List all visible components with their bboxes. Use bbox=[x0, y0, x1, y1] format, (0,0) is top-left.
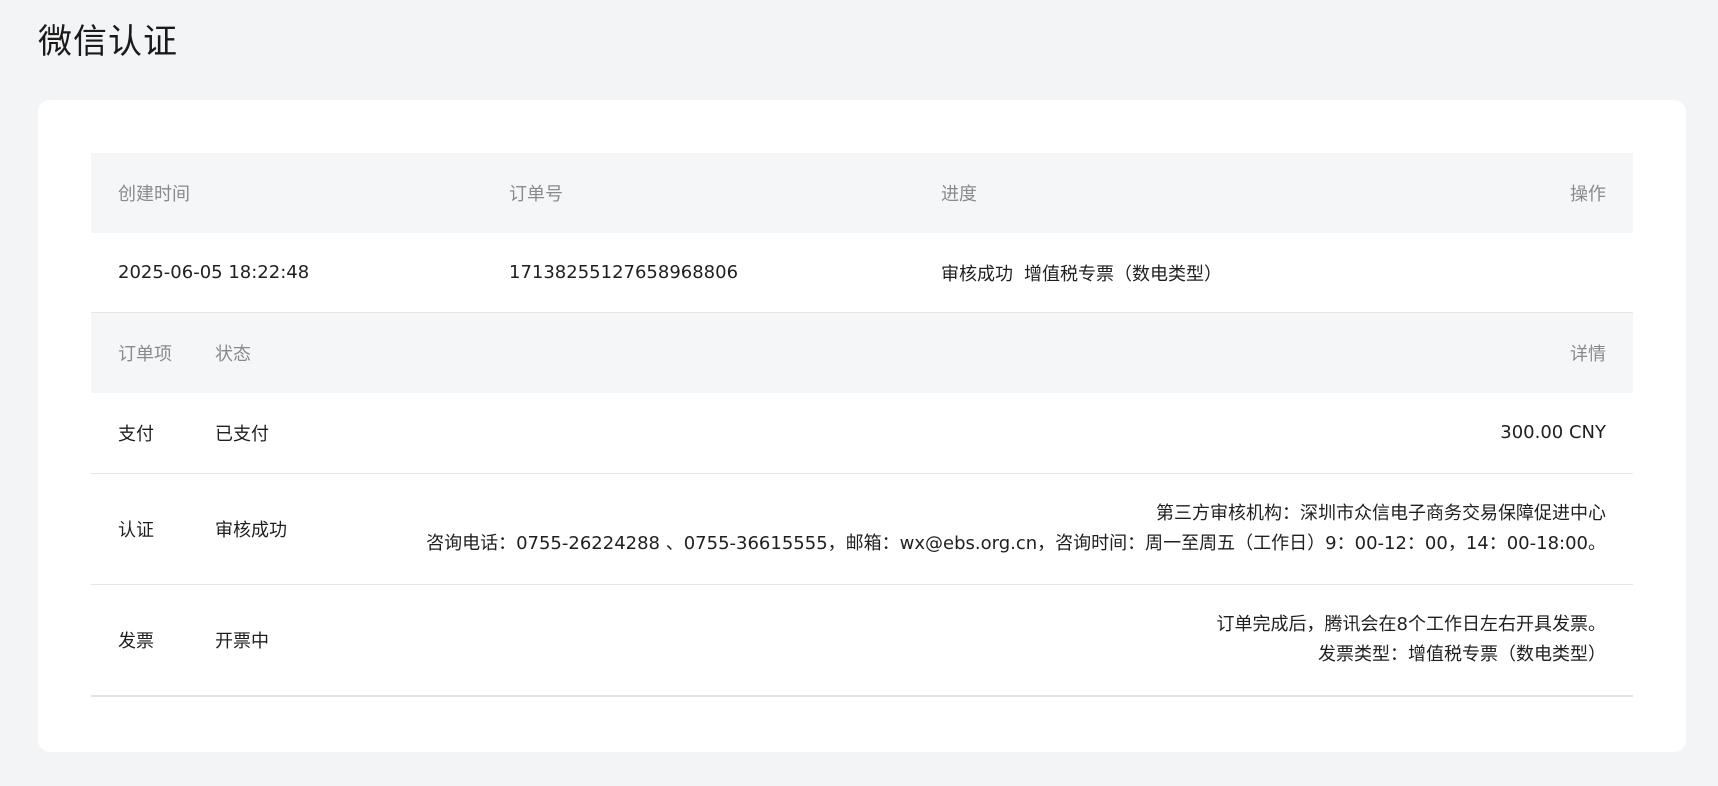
header-action: 操作 bbox=[1570, 184, 1606, 205]
order-number: 1713825512765896880​6 bbox=[509, 262, 739, 283]
page-title: 微信认证 bbox=[38, 22, 178, 62]
order-progress: 审核成功 增值税专票（数电类型） bbox=[941, 233, 1222, 312]
item-detail: 第三方审核机构：深圳市众信电子商务交易保障促进中心 咨询电话：0755-2622… bbox=[426, 474, 1606, 584]
items-table-header: 订单项 状态 详情 bbox=[91, 313, 1633, 393]
header-status: 状态 bbox=[215, 344, 251, 365]
invoice-type: 发票类型：增值税专票（数电类型） bbox=[1318, 644, 1606, 665]
item-detail: 订单完成后，腾讯会在8个工作日左右开具发票。 发票类型：增值税专票（数电类型） bbox=[1217, 585, 1606, 695]
order-created-time: 2025-06-05 18:22:48 bbox=[118, 262, 310, 283]
header-detail: 详情 bbox=[1570, 344, 1606, 365]
order-table-header: 创建时间 订单号 进度 操作 bbox=[91, 153, 1633, 233]
table-row: 认证 审核成功 第三方审核机构：深圳市众信电子商务交易保障促进中心 咨询电话：0… bbox=[91, 474, 1633, 585]
progress-status: 审核成功 bbox=[941, 263, 1013, 285]
order-card: 创建时间 订单号 进度 操作 2025-06-05 18:22:48 17138… bbox=[38, 100, 1686, 752]
audit-contact-info: 咨询电话：0755-26224288 、0755-36615555，邮箱：wx@… bbox=[426, 533, 1606, 554]
table-row: 支付 已支付 300.00 CNY bbox=[91, 393, 1633, 474]
header-progress: 进度 bbox=[941, 184, 977, 205]
header-order-item: 订单项 bbox=[118, 344, 172, 365]
item-name: 支付 bbox=[118, 424, 154, 445]
table-row: 发票 开票中 订单完成后，腾讯会在8个工作日左右开具发票。 发票类型：增值税专票… bbox=[91, 585, 1633, 697]
header-order-number: 订单号 bbox=[509, 184, 563, 205]
item-status: 已支付 bbox=[215, 424, 269, 445]
item-detail: 300.00 CNY bbox=[1500, 393, 1606, 473]
item-name: 认证 bbox=[118, 520, 154, 541]
header-created-time: 创建时间 bbox=[118, 184, 190, 205]
progress-invoice-type: 增值税专票（数电类型） bbox=[1024, 263, 1222, 285]
item-status: 开票中 bbox=[215, 631, 269, 652]
payment-amount: 300.00 CNY bbox=[1500, 422, 1606, 443]
item-status: 审核成功 bbox=[215, 520, 287, 541]
invoice-note: 订单完成后，腾讯会在8个工作日左右开具发票。 bbox=[1216, 614, 1606, 635]
audit-institution: 第三方审核机构：深圳市众信电子商务交易保障促进中心 bbox=[1156, 503, 1606, 524]
order-table: 创建时间 订单号 进度 操作 2025-06-05 18:22:48 17138… bbox=[91, 153, 1633, 697]
order-row: 2025-06-05 18:22:48 1713825512765896880​… bbox=[91, 233, 1633, 313]
item-name: 发票 bbox=[118, 631, 154, 652]
